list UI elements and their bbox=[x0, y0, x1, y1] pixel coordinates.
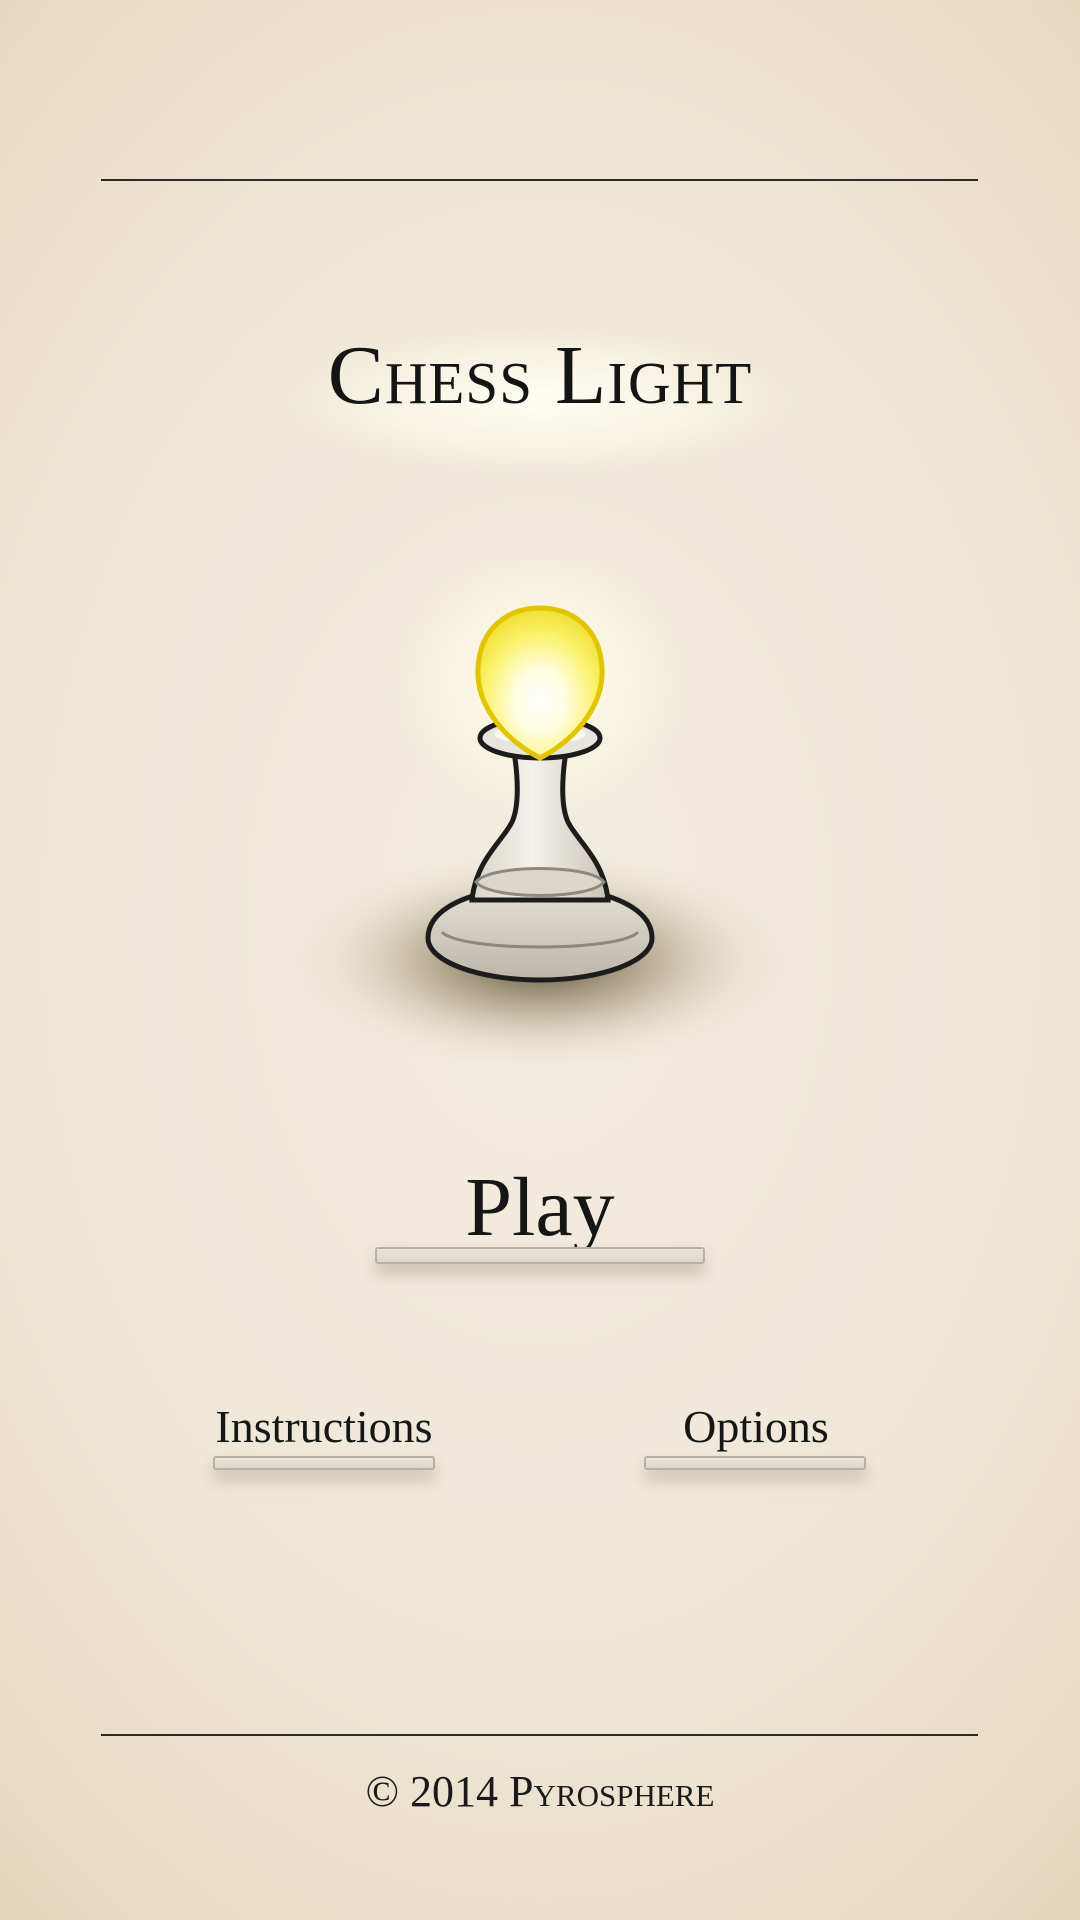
hero-illustration bbox=[0, 0, 1080, 1920]
play-button-bar[interactable] bbox=[375, 1247, 705, 1264]
copyright-symbol: © bbox=[365, 1767, 400, 1816]
copyright-footer: © 2014 Pyrosphere bbox=[0, 1766, 1080, 1817]
bottom-divider bbox=[101, 1734, 978, 1736]
play-button[interactable]: Play bbox=[400, 1166, 680, 1250]
options-button[interactable]: Options bbox=[628, 1404, 884, 1450]
glowing-pawn-icon bbox=[290, 560, 790, 1070]
options-button-bar[interactable] bbox=[644, 1456, 866, 1470]
instructions-button[interactable]: Instructions bbox=[196, 1404, 452, 1450]
copyright-year: 2014 bbox=[410, 1767, 499, 1816]
instructions-button-bar[interactable] bbox=[213, 1456, 435, 1470]
company-name: Pyrosphere bbox=[509, 1767, 715, 1816]
